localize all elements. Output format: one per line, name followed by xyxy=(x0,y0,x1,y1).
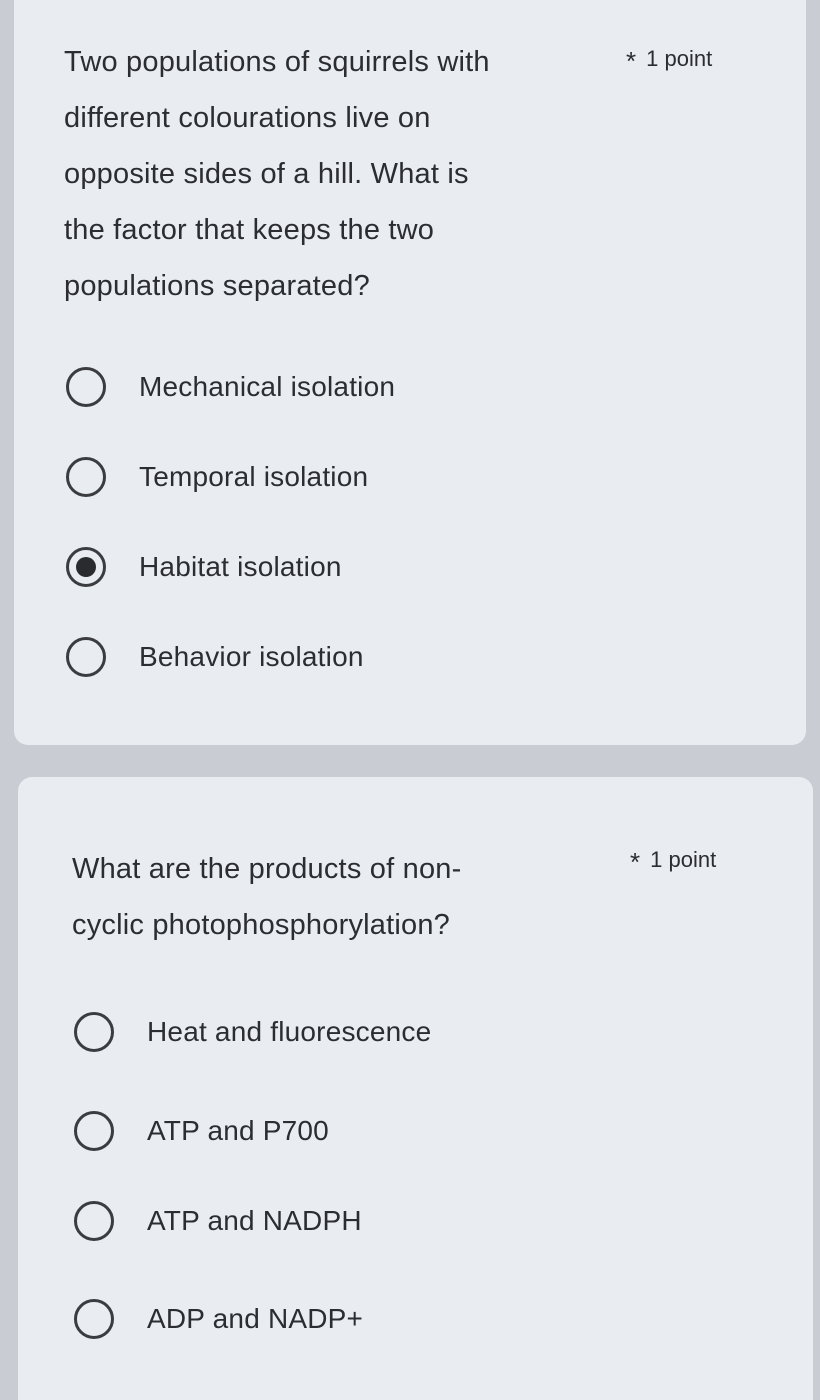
question-1-line: different colourations live on xyxy=(64,102,431,134)
radio-button[interactable] xyxy=(74,1201,114,1241)
question-2-points: * 1 point xyxy=(630,843,717,877)
radio-selected-dot xyxy=(76,557,96,577)
option-mechanical-isolation[interactable]: Mechanical isolation xyxy=(66,362,395,412)
option-label: Mechanical isolation xyxy=(139,371,396,402)
required-marker: * xyxy=(626,46,637,76)
radio-button[interactable] xyxy=(74,1299,114,1339)
option-atp-and-p700[interactable]: ATP and P700 xyxy=(74,1106,329,1156)
question-1-line: Two populations of squirrels with xyxy=(64,46,490,78)
question-1-line: opposite sides of a hill. What is xyxy=(64,158,469,190)
question-1-points: * 1 point xyxy=(626,42,713,76)
question-1-text: Two populations of squirrels with differ… xyxy=(64,34,490,314)
option-label: ATP and NADPH xyxy=(147,1205,362,1236)
question-2-line: cyclic photophosphorylation? xyxy=(72,909,450,941)
option-label: Temporal isolation xyxy=(139,461,369,492)
question-2-line: What are the products of non- xyxy=(72,853,462,885)
points-label: 1 point xyxy=(650,847,717,872)
option-atp-and-nadph[interactable]: ATP and NADPH xyxy=(74,1196,362,1246)
option-label: Behavior isolation xyxy=(139,641,364,672)
question-card-2: What are the products of non- cyclic pho… xyxy=(18,777,813,1400)
points-label: 1 point xyxy=(646,46,713,71)
option-adp-and-nadp-plus[interactable]: ADP and NADP+ xyxy=(74,1294,363,1344)
radio-button[interactable] xyxy=(66,637,106,677)
question-1-line: the factor that keeps the two xyxy=(64,214,435,246)
option-temporal-isolation[interactable]: Temporal isolation xyxy=(66,452,368,502)
option-behavior-isolation[interactable]: Behavior isolation xyxy=(66,632,364,682)
radio-button-selected[interactable] xyxy=(66,547,106,587)
question-card-1: Two populations of squirrels with differ… xyxy=(14,0,806,745)
option-label: ATP and P700 xyxy=(147,1115,329,1146)
radio-button[interactable] xyxy=(66,367,106,407)
question-2-text: What are the products of non- cyclic pho… xyxy=(72,841,461,953)
option-label: Heat and fluorescence xyxy=(147,1016,432,1047)
option-habitat-isolation[interactable]: Habitat isolation xyxy=(66,542,342,592)
required-marker: * xyxy=(630,847,641,877)
radio-button[interactable] xyxy=(74,1012,114,1052)
option-label: ADP and NADP+ xyxy=(147,1303,364,1334)
option-heat-and-fluorescence[interactable]: Heat and fluorescence xyxy=(74,1007,431,1057)
option-label: Habitat isolation xyxy=(139,551,342,582)
question-1-line: populations separated? xyxy=(64,270,370,302)
form-page: Two populations of squirrels with differ… xyxy=(0,0,820,1400)
radio-button[interactable] xyxy=(74,1111,114,1151)
radio-button[interactable] xyxy=(66,457,106,497)
